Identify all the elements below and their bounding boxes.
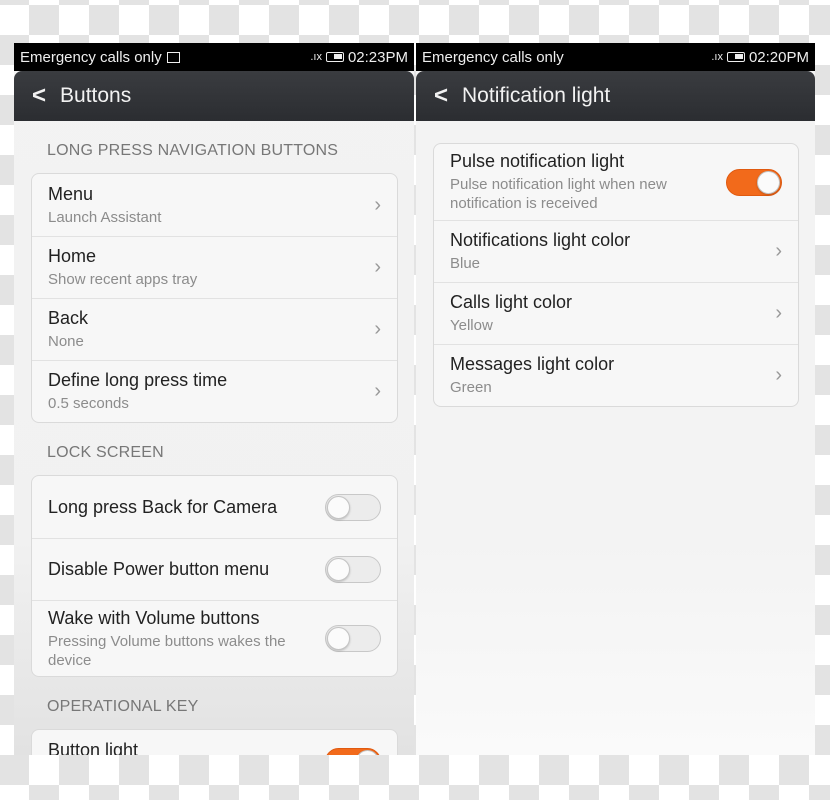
setting-text: Messages light color Green bbox=[450, 354, 762, 397]
setting-row[interactable]: Define long press time 0.5 seconds › bbox=[32, 360, 397, 422]
setting-text: Disable Power button menu bbox=[48, 559, 325, 580]
setting-subtitle: 0.5 seconds bbox=[48, 395, 129, 412]
setting-text: Wake with Volume buttons Pressing Volume … bbox=[48, 608, 325, 670]
back-icon[interactable]: < bbox=[434, 82, 448, 110]
setting-subtitle: None bbox=[48, 333, 84, 350]
setting-row[interactable]: Back None › bbox=[32, 298, 397, 360]
setting-title: Long press Back for Camera bbox=[48, 496, 278, 517]
setting-row[interactable]: Messages light color Green › bbox=[434, 344, 798, 406]
chevron-right-icon: › bbox=[374, 380, 381, 402]
setting-row[interactable]: Disable Power button menu bbox=[32, 538, 397, 600]
toggle-knob bbox=[327, 558, 350, 581]
buttons-screen: Emergency calls only .ıx 02:23PM < Button… bbox=[14, 43, 414, 755]
status-bar: Emergency calls only .ıx 02:20PM bbox=[416, 43, 815, 71]
toggle-switch[interactable] bbox=[325, 625, 381, 652]
setting-row[interactable]: Long press Back for Camera bbox=[32, 476, 397, 538]
setting-subtitle: Blue bbox=[450, 255, 481, 272]
setting-text: Calls light color Yellow bbox=[450, 292, 762, 335]
title-bar: < Buttons bbox=[14, 71, 414, 121]
page-title: Notification light bbox=[462, 84, 611, 107]
status-bar: Emergency calls only .ıx 02:23PM bbox=[14, 43, 414, 71]
chevron-right-icon: › bbox=[374, 256, 381, 278]
setting-title: Calls light color bbox=[450, 292, 573, 312]
setting-row[interactable]: Pulse notification light Pulse notificati… bbox=[434, 144, 798, 220]
setting-row[interactable]: Notifications light color Blue › bbox=[434, 220, 798, 282]
notification-light-screen: Emergency calls only .ıx 02:20PM < Notifi… bbox=[416, 43, 815, 755]
signal-icon: .ıx bbox=[711, 51, 723, 63]
settings-group: Button lightMenu, Home and Back key bbox=[31, 729, 398, 755]
setting-title: Messages light color bbox=[450, 354, 615, 374]
setting-text: Back None bbox=[48, 308, 361, 351]
back-icon[interactable]: < bbox=[32, 82, 46, 110]
setting-title: Define long press time bbox=[48, 370, 228, 390]
setting-title: Button light bbox=[48, 739, 139, 756]
section-header: LOCK SCREEN bbox=[47, 444, 164, 461]
setting-title: Home bbox=[48, 246, 97, 266]
setting-title: Menu bbox=[48, 183, 94, 204]
setting-text: Menu Launch Assistant bbox=[48, 184, 361, 227]
setting-row[interactable]: Button lightMenu, Home and Back key bbox=[32, 730, 397, 755]
chevron-right-icon: › bbox=[775, 364, 782, 386]
chevron-right-icon: › bbox=[775, 302, 782, 324]
setting-subtitle: Green bbox=[450, 379, 492, 396]
setting-text: Notifications light color Blue bbox=[450, 230, 762, 273]
battery-icon bbox=[726, 52, 745, 62]
carrier-text: Emergency calls only bbox=[20, 48, 162, 66]
toggle-knob bbox=[356, 749, 379, 755]
toggle-knob bbox=[327, 627, 350, 650]
setting-text: Define long press time 0.5 seconds bbox=[48, 370, 361, 413]
setting-row[interactable]: Menu Launch Assistant › bbox=[32, 174, 397, 236]
settings-group: Pulse notification light Pulse notificati… bbox=[433, 143, 799, 407]
setting-text: Home Show recent apps tray bbox=[48, 246, 361, 289]
toggle-switch[interactable] bbox=[325, 747, 381, 755]
section-header: OPERATIONAL KEY bbox=[47, 698, 199, 715]
setting-subtitle: Pulse notification light when new notifi… bbox=[450, 176, 667, 212]
setting-subtitle: Launch Assistant bbox=[48, 208, 162, 226]
chevron-right-icon: › bbox=[374, 318, 381, 340]
setting-title: Back bbox=[48, 308, 89, 328]
settings-group: Menu Launch Assistant › Home Show recent app… bbox=[31, 173, 398, 423]
toggle-knob bbox=[757, 170, 780, 194]
page-title: Buttons bbox=[60, 84, 132, 107]
battery-icon bbox=[325, 52, 344, 62]
setting-subtitle: Yellow bbox=[450, 317, 493, 334]
setting-title: Notifications light color bbox=[450, 230, 631, 250]
toggle-switch[interactable] bbox=[325, 556, 381, 583]
setting-subtitle: Show recent apps tray bbox=[48, 271, 198, 288]
settings-list: LONG PRESS NAVIGATION BUTTONS Menu Launch … bbox=[14, 121, 414, 755]
toggle-switch[interactable] bbox=[726, 168, 782, 196]
clock: 02:23PM bbox=[347, 48, 408, 66]
setting-text: Button lightMenu, Home and Back key bbox=[48, 740, 325, 756]
chevron-right-icon: › bbox=[775, 240, 782, 262]
toggle-knob bbox=[327, 495, 350, 519]
section-header: LONG PRESS NAVIGATION BUTTONS bbox=[47, 142, 339, 159]
clock: 02:20PM bbox=[748, 48, 809, 66]
setting-row[interactable]: Calls light color Yellow › bbox=[434, 282, 798, 344]
setting-title: Wake with Volume buttons bbox=[48, 607, 260, 628]
chevron-right-icon: › bbox=[374, 193, 381, 216]
settings-group: Long press Back for Camera Disable Power … bbox=[31, 475, 398, 677]
title-bar: < Notification light bbox=[416, 71, 815, 121]
setting-text: Long press Back for Camera bbox=[48, 497, 325, 518]
image-notification-icon bbox=[166, 51, 180, 63]
signal-icon: .ıx bbox=[310, 51, 322, 63]
setting-title: Pulse notification light bbox=[450, 151, 625, 171]
settings-list: Pulse notification light Pulse notificati… bbox=[416, 121, 815, 407]
toggle-switch[interactable] bbox=[325, 493, 381, 521]
setting-row[interactable]: Home Show recent apps tray › bbox=[32, 236, 397, 298]
setting-row[interactable]: Wake with Volume buttons Pressing Volume … bbox=[32, 600, 397, 676]
carrier-text: Emergency calls only bbox=[422, 48, 564, 66]
setting-text: Pulse notification light Pulse notificati… bbox=[450, 151, 726, 213]
setting-title: Disable Power button menu bbox=[48, 559, 270, 579]
setting-subtitle: Pressing Volume buttons wakes the device bbox=[48, 632, 286, 669]
